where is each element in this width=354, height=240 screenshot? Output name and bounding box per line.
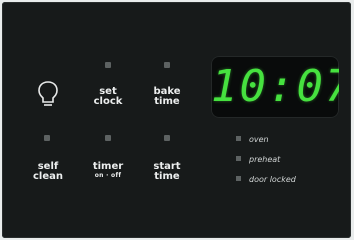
display-time: 10:07 [211, 61, 339, 112]
bake-time-button[interactable]: bake time [137, 87, 197, 107]
clock-display: 10:07 [211, 56, 339, 118]
status-dot [236, 176, 241, 181]
indicator-dot [105, 135, 111, 141]
set-clock-label-2: clock [93, 96, 123, 107]
indicator-dot [164, 62, 170, 68]
indicator-dot [44, 135, 50, 141]
indicator-dot [105, 62, 111, 68]
status-oven: oven [236, 135, 269, 145]
indicator-dot [164, 135, 170, 141]
self-clean-label-2: clean [32, 171, 63, 182]
status-door-locked-label: door locked [249, 175, 296, 184]
timer-label: timer [92, 161, 124, 172]
lightbulb-icon [38, 81, 58, 106]
oven-control-panel: set clock bake time self clean timer on … [2, 2, 351, 238]
status-preheat: preheat [236, 155, 280, 165]
start-time-button[interactable]: start time [137, 162, 197, 182]
status-oven-label: oven [249, 135, 269, 144]
status-dot [236, 156, 241, 161]
status-dot [236, 136, 241, 141]
start-time-label-2: time [154, 171, 180, 182]
timer-button[interactable]: timer on · off [78, 162, 138, 180]
self-clean-button[interactable]: self clean [18, 162, 78, 182]
set-clock-button[interactable]: set clock [78, 87, 138, 107]
status-door-locked: door locked [236, 175, 296, 185]
light-button[interactable] [37, 80, 59, 108]
timer-sub-label: on · off [94, 172, 122, 179]
bake-time-label-2: time [154, 96, 180, 107]
status-preheat-label: preheat [249, 155, 281, 164]
